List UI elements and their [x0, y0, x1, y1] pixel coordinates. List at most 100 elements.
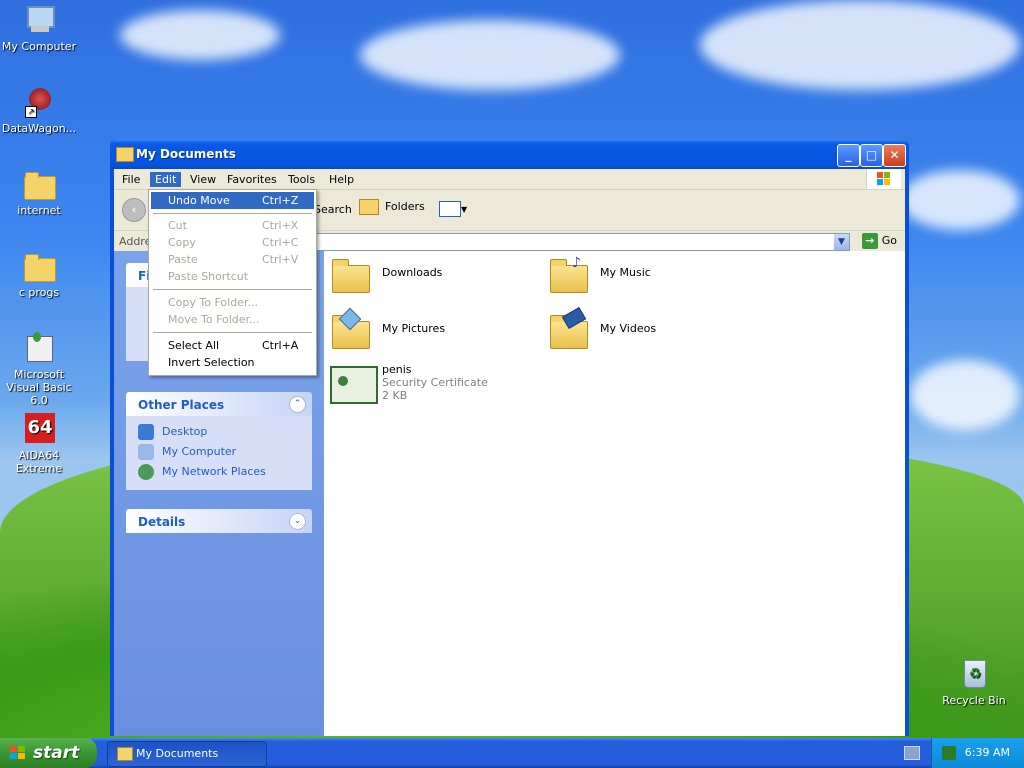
back-button[interactable]: ‹ — [122, 198, 146, 222]
minimize-button[interactable]: _ — [837, 144, 860, 167]
details-header[interactable]: Details ⌄ — [126, 509, 312, 533]
menu-file[interactable]: File — [117, 172, 145, 187]
folder-icon — [23, 168, 56, 200]
menu-undo-move[interactable]: Undo Move Ctrl+Z — [151, 192, 314, 209]
my-documents-icon — [116, 147, 134, 162]
menu-paste-shortcut[interactable]: Paste Shortcut — [151, 268, 314, 285]
file-list: Downloads ♪ My Music My Pictures My Vide… — [324, 251, 905, 736]
windows-logo-icon — [866, 169, 901, 189]
menu-item-label: Copy To Folder... — [168, 296, 258, 309]
menu-favorites[interactable]: Favorites — [222, 172, 282, 187]
maximize-button[interactable]: □ — [860, 144, 883, 167]
folders-icon — [359, 199, 379, 215]
views-button[interactable]: ▼ — [439, 201, 467, 217]
folder-item-downloads[interactable]: Downloads — [330, 255, 530, 299]
window-titlebar[interactable]: My Documents _ □ ✕ — [110, 139, 909, 169]
link-label: Desktop — [162, 425, 208, 438]
item-label: penis — [382, 363, 412, 376]
taskbar: start My Documents 6:39 AM — [0, 738, 1024, 768]
folder-item-my-music[interactable]: ♪ My Music — [548, 255, 748, 299]
cloud — [900, 170, 1020, 230]
address-dropdown-icon[interactable]: ▼ — [834, 234, 849, 250]
desktop-icon-label: internet — [17, 204, 61, 217]
go-label: Go — [881, 234, 897, 247]
my-computer-icon — [23, 4, 55, 36]
desktop-icon — [138, 424, 154, 440]
expand-chevron-icon[interactable]: ⌄ — [289, 513, 306, 530]
desktop-icon-label: DataWagon... — [1, 122, 77, 135]
menu-help[interactable]: Help — [324, 172, 359, 187]
menu-item-shortcut: Ctrl+A — [262, 339, 299, 352]
close-button[interactable]: ✕ — [883, 144, 906, 167]
folder-item-my-pictures[interactable]: My Pictures — [330, 307, 530, 355]
desktop-icon-c-progs[interactable]: c progs — [0, 250, 79, 299]
visual-basic-icon — [23, 332, 55, 364]
link-label: My Computer — [162, 445, 237, 458]
panel-body: Desktop My Computer My Network Places — [126, 416, 312, 490]
taskbar-button-my-documents[interactable]: My Documents — [107, 741, 267, 767]
datawagon-icon: ↗ — [23, 86, 55, 118]
my-computer-icon — [138, 444, 154, 460]
item-text: penis Security Certificate 2 KB — [382, 363, 488, 402]
file-item-certificate[interactable]: penis Security Certificate 2 KB — [330, 363, 530, 407]
desktop-icon-recycle-bin[interactable]: ♻ Recycle Bin — [934, 658, 1014, 707]
other-places-desktop[interactable]: Desktop — [138, 424, 312, 444]
link-label: My Network Places — [162, 465, 266, 478]
folder-item-my-videos[interactable]: My Videos — [548, 306, 748, 355]
item-type: Security Certificate — [382, 376, 488, 389]
cloud — [360, 20, 620, 90]
menu-tools[interactable]: Tools — [283, 172, 320, 187]
system-tray: 6:39 AM — [931, 738, 1024, 768]
aida64-badge: 64 — [25, 413, 55, 443]
other-places-panel: Other Places ⌃ Desktop My Computer My Ne… — [126, 392, 312, 490]
menu-select-all[interactable]: Select All Ctrl+A — [151, 337, 314, 354]
menu-copy[interactable]: Copy Ctrl+C — [151, 234, 314, 251]
edit-menu-dropdown: Undo Move Ctrl+Z Cut Ctrl+X Copy Ctrl+C Pas… — [148, 189, 317, 376]
menu-item-label: Move To Folder... — [168, 313, 260, 326]
start-label: start — [33, 743, 80, 763]
other-places-header[interactable]: Other Places ⌃ — [126, 392, 312, 416]
desktop-icon-internet[interactable]: internet — [0, 168, 79, 217]
go-arrow-icon: → — [861, 233, 878, 249]
windows-flag-icon — [10, 746, 26, 760]
menu-edit[interactable]: Edit — [150, 172, 182, 187]
other-places-my-network-places[interactable]: My Network Places — [138, 464, 312, 484]
menu-cut[interactable]: Cut Ctrl+X — [151, 217, 314, 234]
dropdown-arrow-icon: ▼ — [461, 205, 468, 214]
search-button[interactable]: Search — [314, 203, 352, 216]
menu-item-label: Undo Move — [168, 194, 230, 207]
menu-item-label: Paste — [168, 253, 198, 266]
start-button[interactable]: start — [0, 738, 97, 768]
item-label: My Music — [600, 266, 651, 279]
menu-item-shortcut: Ctrl+Z — [262, 194, 299, 207]
clock[interactable]: 6:39 AM — [965, 746, 1010, 759]
menu-move-to-folder[interactable]: Move To Folder... — [151, 311, 314, 328]
menu-item-shortcut: Ctrl+C — [262, 236, 299, 249]
item-label: My Pictures — [382, 322, 446, 335]
keyboard-icon[interactable] — [904, 746, 920, 760]
task-label: My Documents — [136, 747, 219, 760]
cloud — [910, 360, 1020, 430]
desktop-icon-label: My Computer — [1, 40, 77, 53]
panel-title: Details — [138, 515, 186, 529]
network-icon[interactable] — [942, 746, 956, 760]
recycle-bin-icon: ♻ — [958, 658, 990, 690]
desktop-icon-visual-basic[interactable]: Microsoft Visual Basic 6.0 — [0, 332, 79, 407]
views-icon — [439, 201, 461, 217]
desktop-icon-datawagon[interactable]: ↗ DataWagon... — [0, 86, 79, 135]
go-button[interactable]: → Go — [861, 233, 897, 249]
menu-separator — [153, 213, 312, 214]
desktop-icon-aida64[interactable]: 64 AIDA64 Extreme — [0, 413, 79, 475]
desktop-icon-label: Microsoft Visual Basic 6.0 — [6, 368, 72, 407]
folders-button[interactable]: Folders — [359, 199, 425, 215]
menu-item-label: Paste Shortcut — [168, 270, 249, 283]
menu-invert-selection[interactable]: Invert Selection — [151, 354, 314, 371]
other-places-my-computer[interactable]: My Computer — [138, 444, 312, 464]
certificate-icon — [330, 363, 378, 405]
aida64-icon: 64 — [23, 413, 55, 445]
collapse-chevron-icon[interactable]: ⌃ — [289, 396, 306, 413]
menu-copy-to-folder[interactable]: Copy To Folder... — [151, 294, 314, 311]
menu-paste[interactable]: Paste Ctrl+V — [151, 251, 314, 268]
desktop-icon-my-computer[interactable]: My Computer — [0, 4, 79, 53]
menu-view[interactable]: View — [185, 172, 221, 187]
